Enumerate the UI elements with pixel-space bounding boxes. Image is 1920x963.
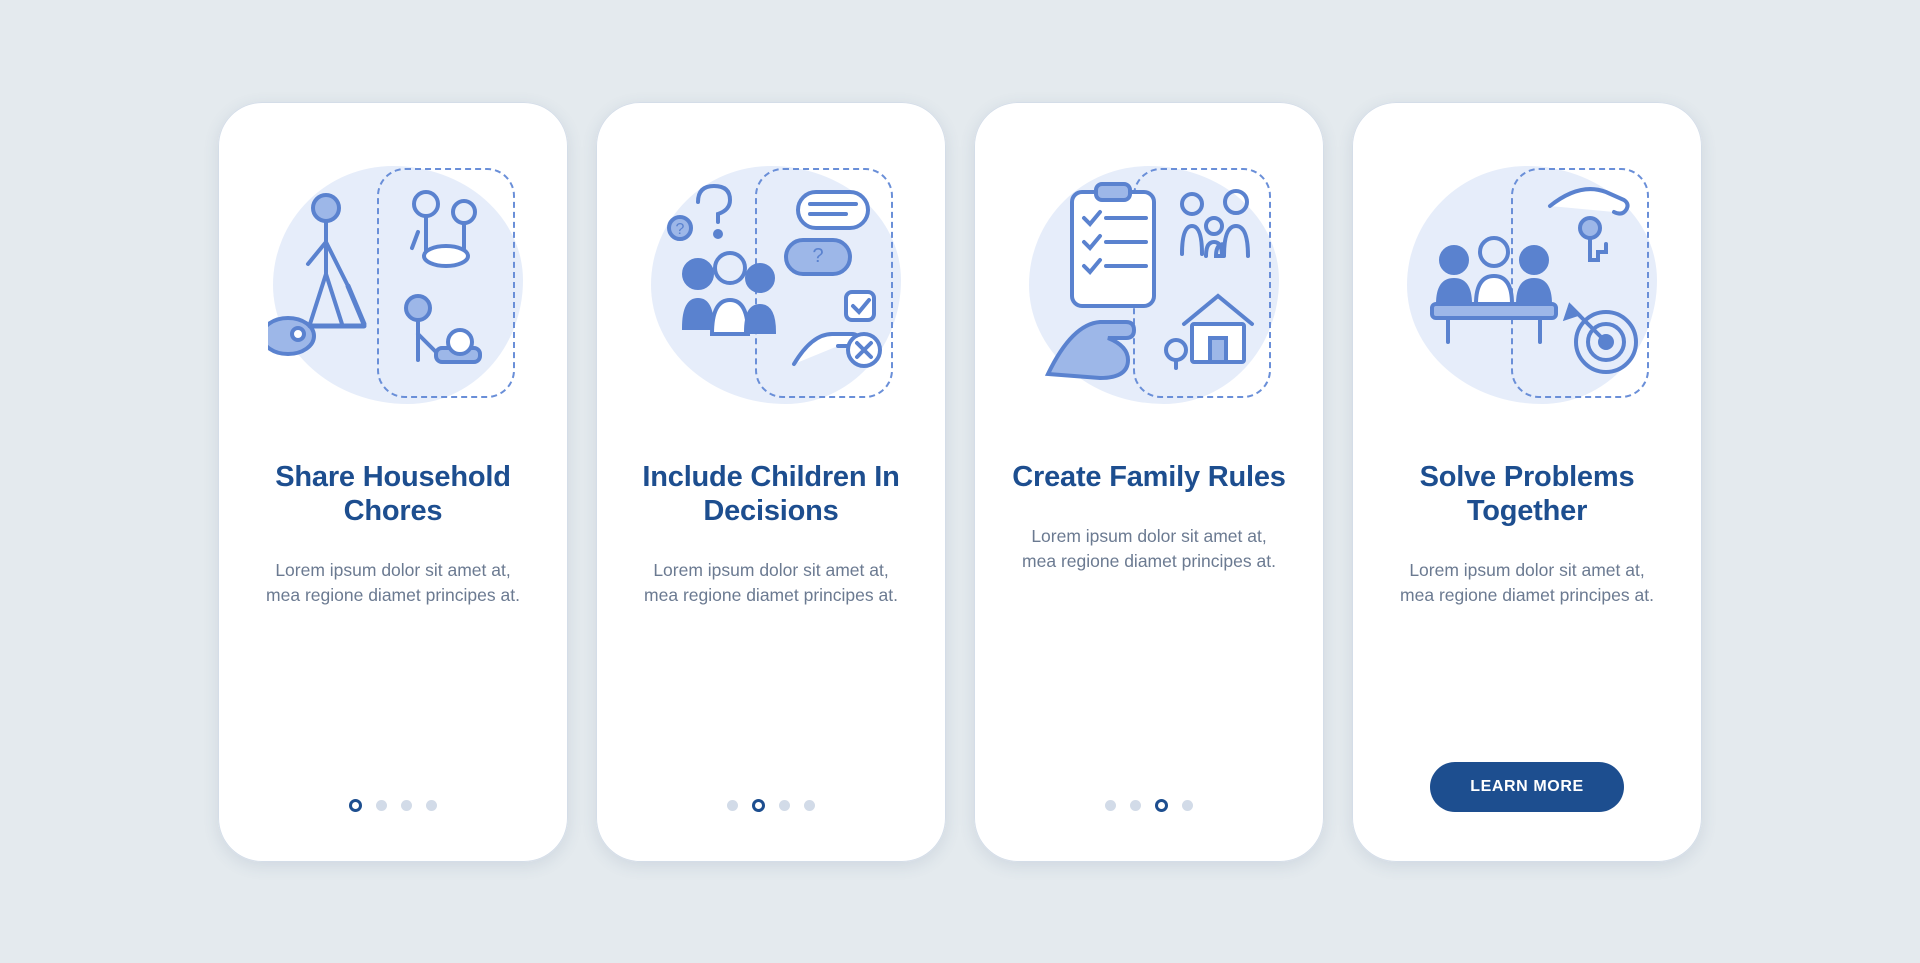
pagination-dots: [1105, 799, 1193, 812]
pagination-dot[interactable]: [349, 799, 362, 812]
onboarding-screen-1: Share Household Chores Lorem ipsum dolor…: [218, 102, 568, 862]
pagination-dot[interactable]: [376, 800, 387, 811]
pagination-dot[interactable]: [1130, 800, 1141, 811]
onboarding-screen-4: Solve Problems Together Lorem ipsum dolo…: [1352, 102, 1702, 862]
onboarding-screen-2: ? ? Include Children I: [596, 102, 946, 862]
screen-title: Include Children In Decisions: [630, 460, 912, 528]
pagination-dot[interactable]: [1155, 799, 1168, 812]
onboarding-screen-3: Create Family Rules Lorem ipsum dolor si…: [974, 102, 1324, 862]
pagination-dot[interactable]: [804, 800, 815, 811]
pagination-dot[interactable]: [727, 800, 738, 811]
screen-title: Share Household Chores: [252, 460, 534, 528]
learn-more-button[interactable]: LEARN MORE: [1430, 762, 1624, 812]
screen-title: Solve Problems Together: [1386, 460, 1668, 528]
svg-text:?: ?: [812, 245, 823, 267]
svg-text:?: ?: [676, 221, 685, 238]
children-decisions-icon: ? ?: [641, 154, 901, 414]
screen-title: Create Family Rules: [1012, 460, 1285, 494]
pagination-dot[interactable]: [1105, 800, 1116, 811]
family-rules-icon: [1019, 154, 1279, 414]
pagination-dot[interactable]: [752, 799, 765, 812]
solve-problems-icon: [1397, 154, 1657, 414]
screen-description: Lorem ipsum dolor sit amet at, mea regio…: [1392, 558, 1662, 609]
pagination-dot[interactable]: [1182, 800, 1193, 811]
screen-description: Lorem ipsum dolor sit amet at, mea regio…: [258, 558, 528, 609]
pagination-dots: [349, 799, 437, 812]
pagination-dots: [727, 799, 815, 812]
household-chores-icon: [263, 154, 523, 414]
pagination-dot[interactable]: [426, 800, 437, 811]
pagination-dot[interactable]: [401, 800, 412, 811]
pagination-dot[interactable]: [779, 800, 790, 811]
screen-description: Lorem ipsum dolor sit amet at, mea regio…: [1014, 524, 1284, 575]
screen-description: Lorem ipsum dolor sit amet at, mea regio…: [636, 558, 906, 609]
